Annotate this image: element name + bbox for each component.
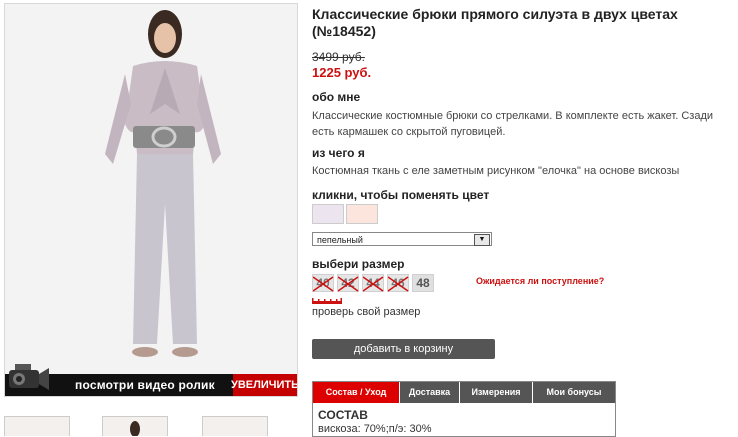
- color-select[interactable]: пепельный ▼: [312, 232, 492, 246]
- unavailable-cross-icon: [338, 276, 359, 292]
- arrival-notify-link[interactable]: Ожидается ли поступление?: [476, 276, 604, 286]
- color-swatch-peach[interactable]: [346, 204, 378, 224]
- unavailable-cross-icon: [313, 276, 334, 292]
- info-tabs: Состав / Уход Доставка Измерения Мои бон…: [312, 381, 616, 437]
- video-camera-icon[interactable]: [7, 356, 51, 396]
- size-option-48[interactable]: 48: [412, 274, 434, 292]
- thumbnail[interactable]: [202, 416, 268, 436]
- size-heading: выбери размер: [312, 257, 405, 271]
- size-option-46[interactable]: 46: [387, 274, 409, 292]
- color-select-value: пепельный: [317, 235, 363, 245]
- about-heading: обо мне: [312, 90, 361, 104]
- old-price: 3499 руб.: [312, 50, 365, 64]
- size-option-42[interactable]: 42: [337, 274, 359, 292]
- about-text: Классические костюмные брюки со стрелкам…: [312, 110, 714, 138]
- thumbnail[interactable]: [102, 416, 168, 436]
- ruler-icon: [312, 298, 342, 304]
- product-photo[interactable]: посмотри видео ролик УВЕЛИЧИТЬ: [4, 3, 298, 397]
- chevron-down-icon[interactable]: ▼: [474, 234, 490, 246]
- model-image: [5, 4, 297, 396]
- zoom-button[interactable]: УВЕЛИЧИТЬ: [231, 374, 297, 396]
- thumbnail[interactable]: [4, 416, 70, 436]
- tab-measurements[interactable]: Измерения: [460, 382, 533, 403]
- tab-my-bonuses[interactable]: Мои бонусы: [533, 382, 615, 403]
- check-size-link[interactable]: проверь свой размер: [312, 306, 420, 318]
- size-option-44[interactable]: 44: [362, 274, 384, 292]
- size-option-40[interactable]: 40: [312, 274, 334, 292]
- new-price: 1225 руб.: [312, 65, 372, 80]
- unavailable-cross-icon: [363, 276, 384, 292]
- color-swatch-ash[interactable]: [312, 204, 344, 224]
- thumbnail-image: [130, 421, 140, 436]
- tab-composition-care[interactable]: Состав / Уход: [313, 382, 400, 403]
- tab-delivery[interactable]: Доставка: [400, 382, 460, 403]
- material-heading: из чего я: [312, 146, 365, 160]
- thumbnail-strip: [4, 416, 296, 436]
- unavailable-cross-icon: [388, 276, 409, 292]
- add-to-cart-button[interactable]: добавить в корзину: [312, 339, 495, 359]
- video-link[interactable]: посмотри видео ролик: [75, 378, 215, 392]
- tab-content-title: СОСТАВ: [318, 408, 368, 422]
- tab-content-text: вискоза: 70%;п/э: 30%: [318, 423, 432, 435]
- product-title: Классические брюки прямого силуэта в дву…: [312, 6, 678, 39]
- color-heading: кликни, чтобы поменять цвет: [312, 188, 490, 202]
- material-text: Костюмная ткань с еле заметным рисунком …: [312, 165, 680, 177]
